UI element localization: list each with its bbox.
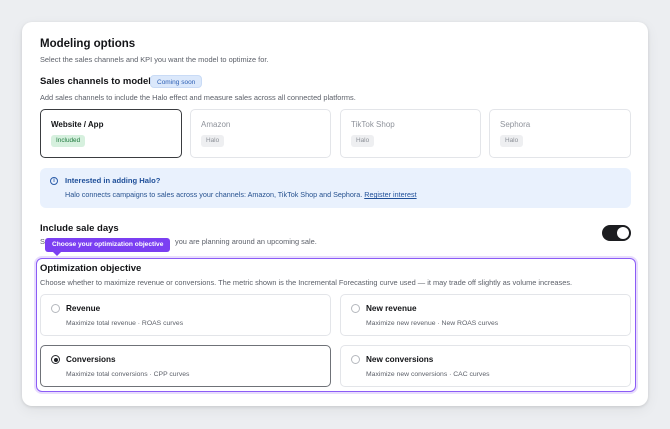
sale-days-toggle[interactable] [602,225,631,241]
sales-channels-subtitle: Add sales channels to include the Halo e… [40,93,356,102]
modeling-options-card: Modeling options Select the sales channe… [22,22,648,406]
coming-soon-badge: Coming soon [150,75,203,88]
toggle-knob [617,227,629,239]
option-description: Maximize total conversions · CPP curves [66,371,190,378]
info-banner-text: Halo connects campaigns to sales across … [65,190,417,199]
option-description: Maximize total revenue · ROAS curves [66,320,184,327]
radio-button[interactable] [351,355,360,364]
optimization-objective-title: Optimization objective [40,263,142,274]
sale-days-title: Include sale days [40,223,119,234]
channel-card-sephora[interactable]: Sephora Halo [489,109,631,158]
register-interest-link[interactable]: Register interest [364,190,416,199]
sale-days-subtitle-end: you are planning around an upcoming sale… [175,237,317,246]
page-title: Modeling options [40,38,136,50]
option-description: Maximize new conversions · CAC curves [366,371,490,378]
option-title: New conversions [366,355,434,364]
objective-option-revenue[interactable]: Revenue Maximize total revenue · ROAS cu… [40,294,331,336]
halo-info-banner: i Interested in adding Halo? Halo connec… [40,168,631,208]
optimization-objective-subtitle: Choose whether to maximize revenue or co… [40,278,573,287]
halo-badge: Halo [351,135,375,147]
objective-option-conversions[interactable]: Conversions Maximize total conversions ·… [40,345,331,387]
page-subtitle: Select the sales channels and KPI you wa… [40,55,269,64]
halo-badge: Halo [500,135,524,147]
objective-option-new-revenue[interactable]: New revenue Maximize new revenue · New R… [340,294,631,336]
option-description: Maximize new revenue · New ROAS curves [366,320,499,327]
optimization-tooltip: Choose your optimization objective [45,238,171,252]
halo-badge: Halo [201,135,225,147]
objective-option-new-conversions[interactable]: New conversions Maximize new conversions… [340,345,631,387]
channel-name: TikTok Shop [351,120,395,129]
channel-card-tiktok-shop[interactable]: TikTok Shop Halo [340,109,481,158]
channel-card-website-app[interactable]: Website / App Included [40,109,182,158]
option-title: Conversions [66,355,116,364]
radio-button-selected[interactable] [51,355,60,364]
radio-button[interactable] [351,304,360,313]
info-icon: i [50,177,58,185]
option-title: New revenue [366,304,417,313]
channel-name: Website / App [51,120,104,129]
tooltip-arrow [53,252,61,256]
sales-channels-title: Sales channels to model [40,76,151,87]
info-banner-body: Halo connects campaigns to sales across … [65,190,363,199]
channel-card-amazon[interactable]: Amazon Halo [190,109,331,158]
channel-name: Amazon [201,120,231,129]
channel-name: Sephora [500,120,531,129]
info-banner-title: Interested in adding Halo? [65,176,161,185]
included-badge: Included [51,135,86,147]
radio-button[interactable] [51,304,60,313]
option-title: Revenue [66,304,101,313]
